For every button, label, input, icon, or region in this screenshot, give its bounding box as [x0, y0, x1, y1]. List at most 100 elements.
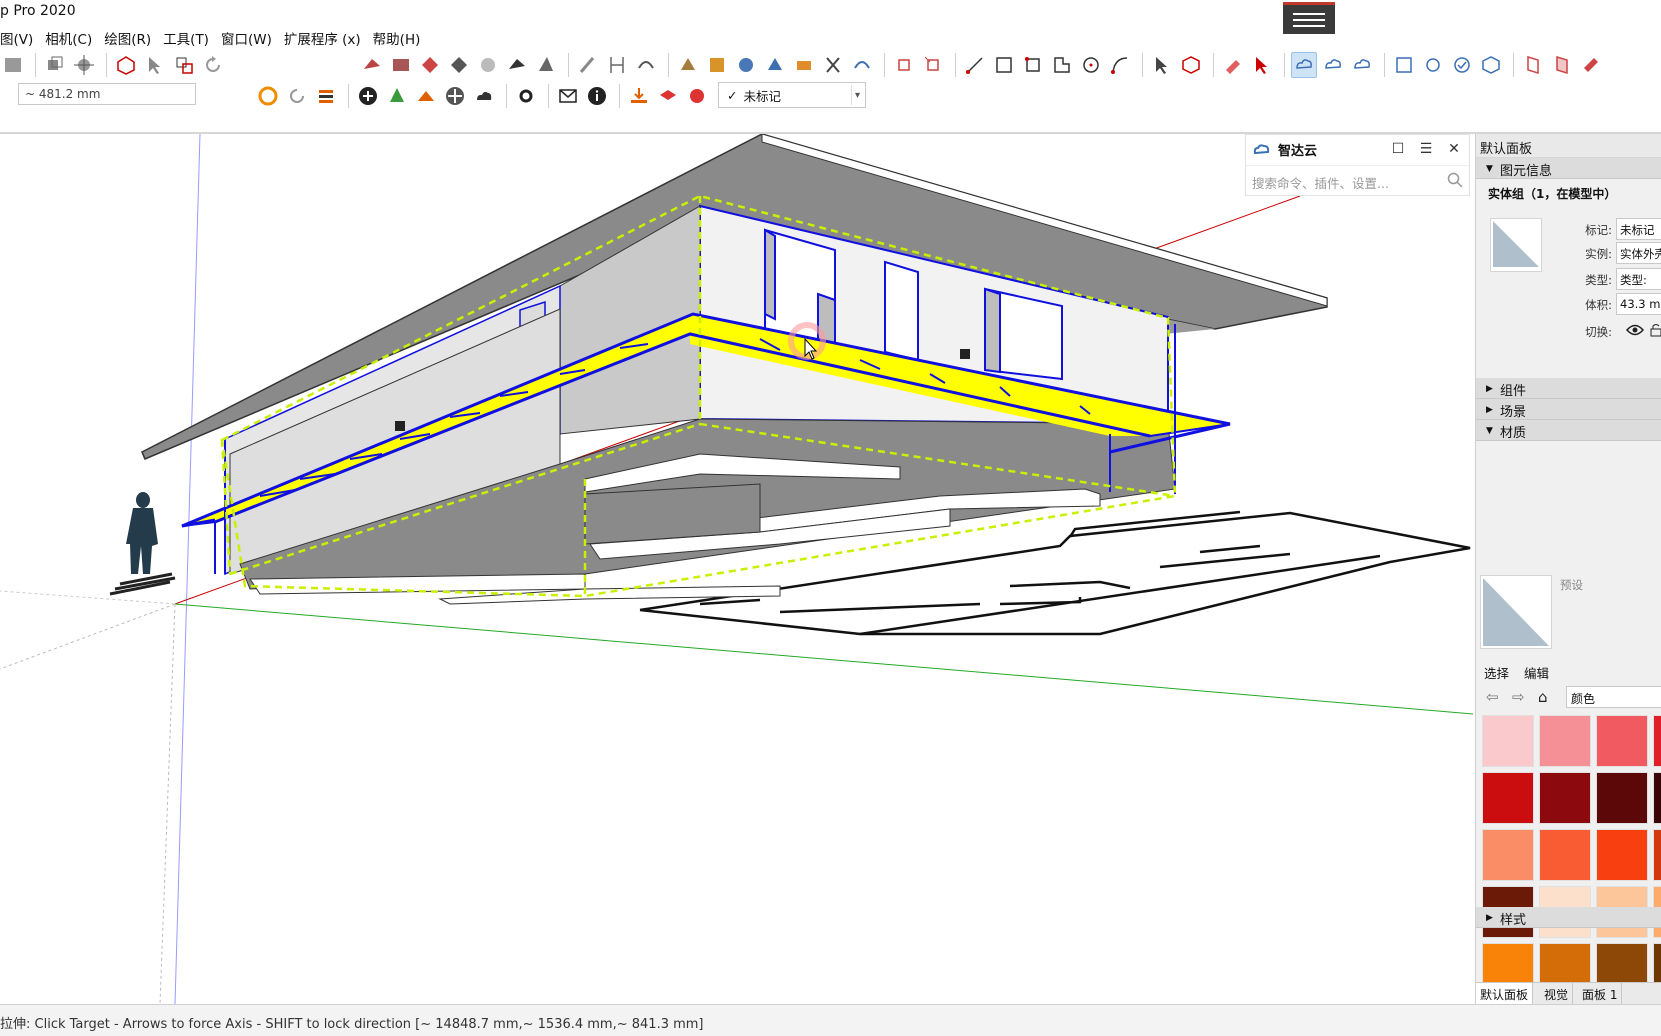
styles-section[interactable]: ▶ 样式 [1476, 907, 1661, 928]
entity-info-section[interactable]: ▼ 图元信息 [1476, 158, 1661, 179]
material-swatch[interactable] [1596, 772, 1648, 824]
menu-icon[interactable]: ☰ [1417, 141, 1435, 157]
dimension-icon[interactable] [604, 52, 630, 78]
extension-icon-5[interactable] [475, 52, 501, 78]
cloud-list-icon[interactable] [1349, 52, 1375, 78]
forward-icon[interactable]: ⇨ [1512, 688, 1525, 706]
circle-icon[interactable] [1078, 52, 1104, 78]
tag-select[interactable]: ✓ 未标记 ▾ [718, 82, 866, 108]
components-section[interactable]: ▶ 组件 [1476, 378, 1661, 399]
tab-edit[interactable]: 编辑 [1524, 663, 1549, 682]
materials-section[interactable]: ▼ 材质 [1476, 420, 1661, 441]
extension-icon-9[interactable] [704, 52, 730, 78]
extension-icon-12[interactable] [791, 52, 817, 78]
tag-field[interactable]: 未标记 [1616, 218, 1661, 240]
extension-icon-2[interactable] [388, 52, 414, 78]
network-icon[interactable] [1420, 52, 1446, 78]
material-swatch[interactable] [1596, 829, 1648, 881]
menu-tools[interactable]: 工具(T) [157, 26, 215, 48]
type-field[interactable]: 类型: [1616, 268, 1661, 290]
arc-icon[interactable] [1107, 52, 1133, 78]
menu-camera[interactable]: 相机(C) [39, 26, 98, 48]
check-circle-icon[interactable] [1449, 52, 1475, 78]
material-swatch[interactable] [1482, 829, 1534, 881]
material-swatch[interactable] [1596, 715, 1648, 767]
material-swatch[interactable] [1482, 772, 1534, 824]
add-icon[interactable] [355, 83, 381, 109]
extension-icon-14[interactable] [891, 52, 917, 78]
pencil-icon[interactable] [575, 52, 601, 78]
back-icon[interactable]: ⇦ [1486, 688, 1499, 706]
select-icon[interactable] [142, 52, 168, 78]
reload-icon[interactable] [284, 83, 310, 109]
menu-help[interactable]: 帮助(H) [367, 26, 427, 48]
stack-icon[interactable] [655, 83, 681, 109]
download-tray-icon[interactable] [626, 83, 652, 109]
layers-icon[interactable] [313, 83, 339, 109]
roof-icon[interactable] [413, 83, 439, 109]
material-swatch[interactable] [1539, 715, 1591, 767]
lock-icon[interactable] [1650, 323, 1661, 340]
model-drawing[interactable] [0, 134, 1473, 1004]
cloud-sync-icon[interactable] [1291, 52, 1317, 78]
extension-icon-8[interactable] [675, 52, 701, 78]
follow-me-icon[interactable] [633, 52, 659, 78]
menu-draw[interactable]: 绘图(R) [98, 26, 157, 48]
section-plane-icon[interactable] [1520, 52, 1546, 78]
material-swatch[interactable] [1653, 829, 1661, 881]
extension-icon-6[interactable] [504, 52, 530, 78]
material-swatch[interactable] [1539, 829, 1591, 881]
extension-icon-7[interactable] [533, 52, 559, 78]
search-icon[interactable] [1447, 172, 1463, 191]
mail-icon[interactable] [555, 83, 581, 109]
extension-icon-4[interactable] [446, 52, 472, 78]
material-swatch[interactable] [1482, 715, 1534, 767]
checker-icon[interactable] [442, 83, 468, 109]
extension-icon-11[interactable] [762, 52, 788, 78]
info-icon[interactable] [584, 83, 610, 109]
material-collection-select[interactable]: 颜色 [1566, 686, 1661, 708]
menu-window[interactable]: 窗口(W) [215, 26, 278, 48]
eye-icon[interactable] [1625, 323, 1645, 340]
home-icon[interactable]: ⌂ [1538, 688, 1548, 706]
component-icon[interactable] [42, 52, 68, 78]
settings-gears-icon[interactable] [513, 83, 539, 109]
refresh-icon[interactable] [200, 52, 226, 78]
cloud-upload-icon[interactable] [471, 83, 497, 109]
tab-visual[interactable]: 视觉 [1540, 983, 1574, 1004]
model-viewport[interactable] [0, 134, 1473, 1004]
scissors-icon[interactable] [820, 52, 846, 78]
extension-icon-1[interactable] [359, 52, 385, 78]
eraser-icon[interactable] [1220, 52, 1246, 78]
rotated-rectangle-icon[interactable] [1020, 52, 1046, 78]
cube-icon[interactable] [1478, 52, 1504, 78]
section-fill-icon[interactable] [1578, 52, 1604, 78]
paint-arrow-icon[interactable] [1249, 52, 1275, 78]
scenes-section[interactable]: ▶ 场景 [1476, 399, 1661, 420]
select-arrow-icon[interactable] [1149, 52, 1175, 78]
offset-icon[interactable] [1049, 52, 1075, 78]
package-gear-icon[interactable] [684, 83, 710, 109]
extension-icon-10[interactable] [733, 52, 759, 78]
restore-icon[interactable]: ☐ [1389, 141, 1407, 157]
close-icon[interactable]: ✕ [1445, 141, 1463, 157]
tree-icon[interactable] [384, 83, 410, 109]
chevron-down-icon[interactable]: ▾ [851, 85, 863, 105]
measurements-box[interactable]: ~ 481.2 mm [18, 83, 196, 105]
section-display-icon[interactable] [1549, 52, 1575, 78]
search-input[interactable]: 搜索命令、插件、设置... [1246, 165, 1469, 195]
menu-view[interactable]: 图(V) [0, 26, 39, 48]
cloud-download-icon[interactable] [1320, 52, 1346, 78]
extension-icon-13[interactable] [849, 52, 875, 78]
extension-icon-15[interactable] [920, 52, 946, 78]
tab-default-tray[interactable]: 默认面板 [1476, 983, 1534, 1004]
pan-icon[interactable] [71, 52, 97, 78]
line-icon[interactable] [962, 52, 988, 78]
rectangle-icon[interactable] [991, 52, 1017, 78]
make-component-icon[interactable] [1178, 52, 1204, 78]
plugin-e-icon[interactable] [255, 83, 281, 109]
tab-select[interactable]: 选择 [1484, 663, 1509, 682]
material-swatch[interactable] [1653, 715, 1661, 767]
tab-panel-1[interactable]: 面板 1 [1578, 983, 1623, 1004]
extension-icon-3[interactable] [417, 52, 443, 78]
